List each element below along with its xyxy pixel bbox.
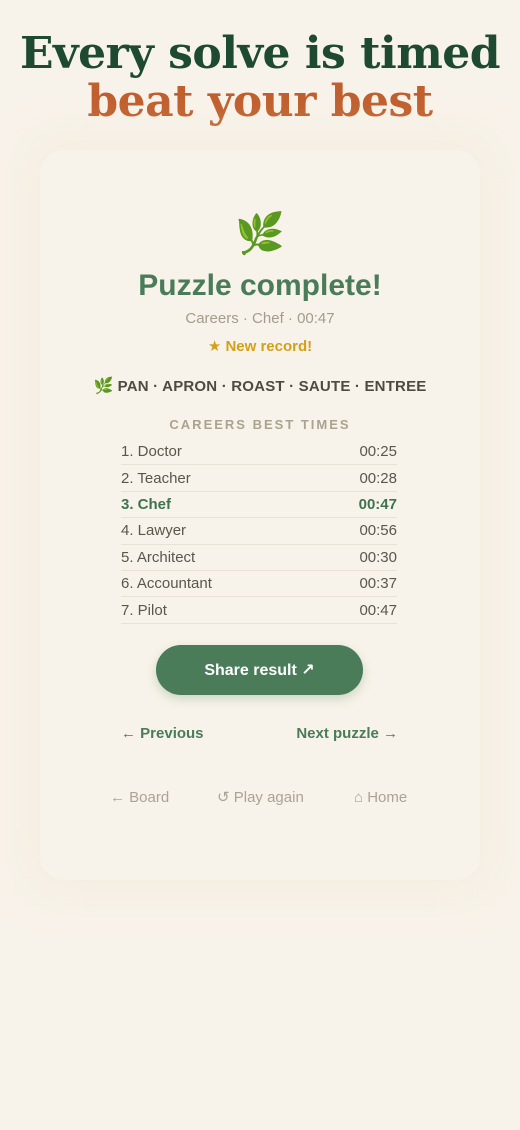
result-subtitle: Careers · Chef · 00:47	[185, 310, 335, 327]
leaf-small-icon: 🌿	[93, 378, 114, 395]
row-label: 2. Teacher	[121, 469, 191, 487]
promo-headline: Every solve is timed beat your best	[0, 30, 520, 126]
best-times-list: 1. Doctor 00:25 2. Teacher 00:28 3. Chef…	[121, 439, 397, 624]
board-link[interactable]: ← Board	[110, 788, 169, 808]
row-label: 1. Doctor	[121, 443, 182, 461]
share-result-button[interactable]: Share result ↗	[156, 645, 363, 695]
best-times-row: 2. Teacher 00:28	[121, 465, 397, 492]
best-times-row-current: 3. Chef 00:47	[121, 492, 397, 519]
row-label: 7. Pilot	[121, 601, 167, 619]
best-times-row: 6. Accountant 00:37	[121, 571, 397, 598]
previous-puzzle-link[interactable]: ← Previous	[121, 724, 204, 744]
row-label: 5. Architect	[121, 548, 196, 566]
home-link[interactable]: ⌂ Home	[354, 788, 407, 808]
row-time: 00:47	[359, 601, 397, 619]
row-label: 4. Lawyer	[121, 522, 187, 540]
play-again-link[interactable]: ↺ Play again	[217, 788, 304, 808]
headline-line-2: beat your best	[87, 76, 433, 127]
page: Every solve is timed beat your best 🌿 Pu…	[0, 0, 520, 1130]
row-time: 00:30	[359, 548, 397, 566]
best-times-row: 1. Doctor 00:25	[121, 439, 397, 466]
leaf-icon: 🌿	[235, 212, 285, 256]
row-time: 00:37	[359, 575, 397, 593]
row-label: 3. Chef	[121, 495, 172, 513]
row-time: 00:28	[359, 469, 397, 487]
row-time: 00:56	[359, 522, 397, 540]
best-times-row: 7. Pilot 00:47	[121, 597, 397, 624]
solved-words: 🌿 PAN · APRON · ROAST · SAUTE · ENTREE	[0, 376, 520, 398]
best-times-row: 5. Architect 00:30	[121, 545, 397, 571]
new-record-badge: ★ New record!	[207, 338, 313, 355]
best-times-title: CAREERS BEST TIMES	[169, 417, 351, 432]
headline-line-1: Every solve is timed	[19, 28, 501, 79]
best-times-row: 4. Lawyer 00:56	[121, 518, 397, 545]
solved-words-list: PAN · APRON · ROAST · SAUTE · ENTREE	[117, 378, 427, 395]
next-puzzle-link[interactable]: Next puzzle →	[296, 724, 398, 744]
row-time: 00:25	[359, 443, 397, 461]
row-label: 6. Accountant	[121, 575, 212, 593]
row-time: 00:47	[358, 495, 397, 513]
result-title: Puzzle complete!	[138, 269, 382, 302]
